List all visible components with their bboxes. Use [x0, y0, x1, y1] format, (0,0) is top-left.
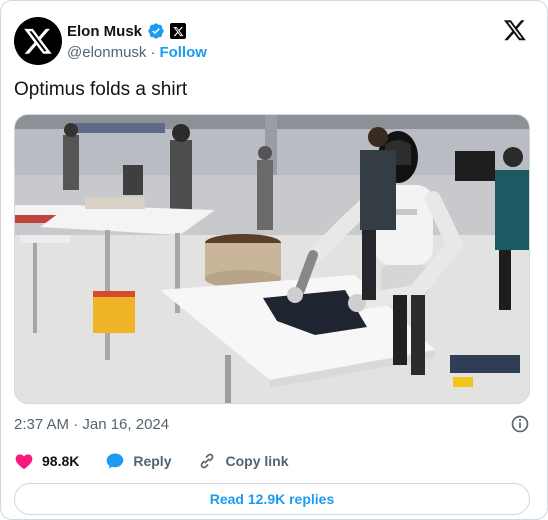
verified-badge-icon [148, 23, 164, 39]
follow-button[interactable]: Follow [159, 44, 207, 61]
separator: · [150, 44, 156, 61]
x-logo-icon[interactable] [503, 18, 527, 42]
reply-label: Reply [133, 453, 172, 469]
action-bar: 98.8K Reply Copy link [14, 451, 289, 471]
author-name[interactable]: Elon Musk [67, 23, 142, 40]
link-icon [201, 453, 214, 469]
author-handle[interactable]: @elonmusk [67, 44, 146, 61]
heart-icon [15, 454, 33, 469]
tweet-text: Optimus folds a shirt [14, 79, 188, 100]
like-button[interactable]: 98.8K [14, 451, 79, 471]
author-info: Elon Musk @elonmusk · Follow [67, 21, 207, 62]
timestamp[interactable]: 2:37 AM · Jan 16, 2024 [14, 416, 169, 433]
avatar[interactable] [14, 17, 62, 65]
timestamp-row: 2:37 AM · Jan 16, 2024 [14, 413, 530, 435]
like-count: 98.8K [42, 453, 80, 469]
reply-button[interactable]: Reply [105, 451, 171, 471]
x-affiliate-badge-icon [170, 23, 187, 39]
reply-bubble-icon [107, 453, 124, 469]
tweet-media[interactable] [14, 114, 530, 404]
x-logo-avatar-icon [24, 28, 52, 54]
info-icon[interactable] [510, 414, 530, 434]
tweet-card: Elon Musk @elonmusk · Follow Optimus fol… [0, 0, 548, 520]
read-replies-button[interactable]: Read 12.9K replies [14, 483, 530, 515]
media-illustration [15, 115, 529, 403]
copy-link-label: Copy link [225, 453, 289, 469]
copy-link-button[interactable]: Copy link [197, 451, 289, 471]
